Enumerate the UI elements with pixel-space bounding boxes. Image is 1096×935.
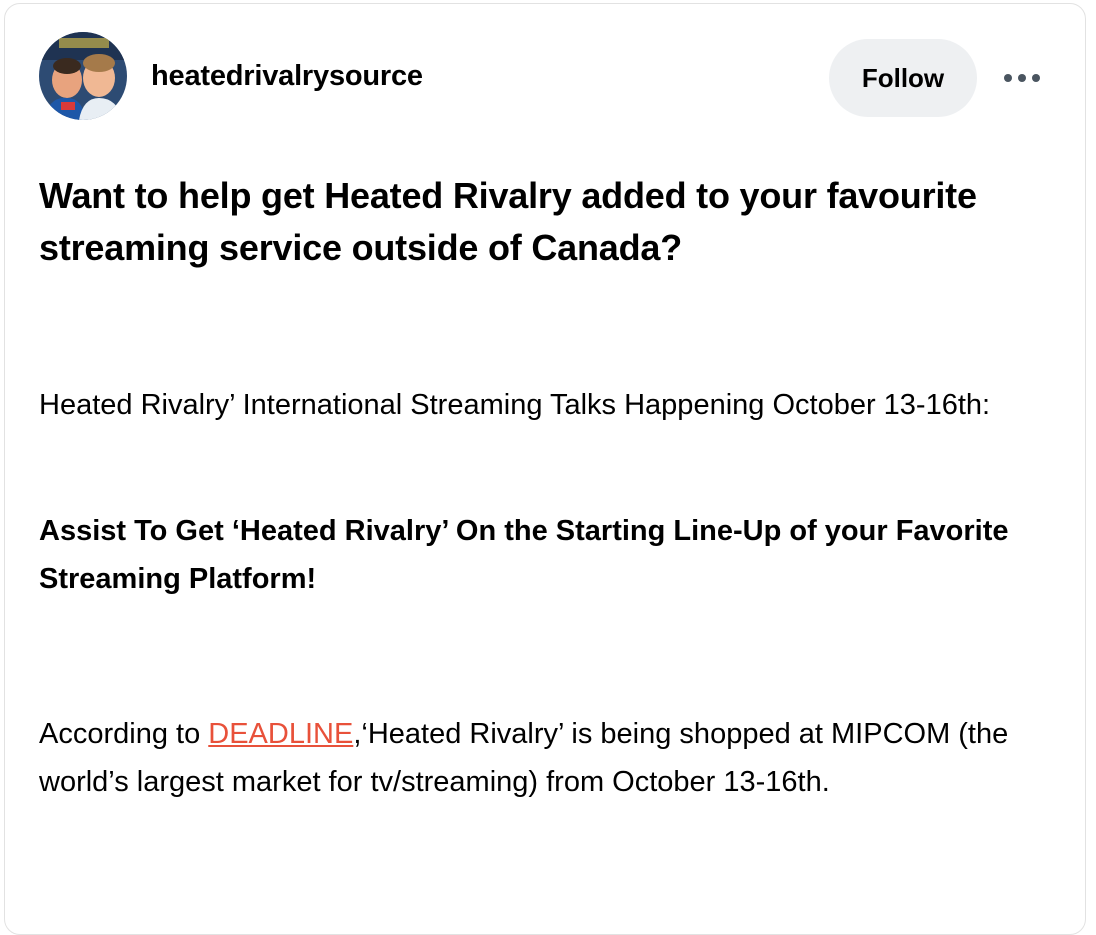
avatar[interactable] xyxy=(39,32,127,120)
paragraph-3-prefix: According to xyxy=(39,718,209,750)
follow-button[interactable]: Follow xyxy=(829,39,977,117)
post-paragraph-2: Assist To Get ‘Heated Rivalry’ On the St… xyxy=(39,515,1009,595)
post-title: Want to help get Heated Rivalry added to… xyxy=(39,175,977,268)
post-card: heatedrivalrysource Follow Want to help … xyxy=(4,3,1086,935)
post-header: heatedrivalrysource Follow xyxy=(39,32,1049,124)
deadline-link[interactable]: DEADLINE xyxy=(208,718,353,750)
avatar-photo-icon xyxy=(39,32,127,120)
more-dot xyxy=(1004,74,1012,82)
post-paragraph-3: According to DEADLINE,‘Heated Rivalry’ i… xyxy=(39,710,1039,806)
more-dot xyxy=(1018,74,1026,82)
author-username[interactable]: heatedrivalrysource xyxy=(151,60,423,93)
more-options-icon[interactable] xyxy=(1004,70,1044,86)
post-paragraph-1: Heated Rivalry’ International Streaming … xyxy=(39,389,991,421)
more-dot xyxy=(1032,74,1040,82)
